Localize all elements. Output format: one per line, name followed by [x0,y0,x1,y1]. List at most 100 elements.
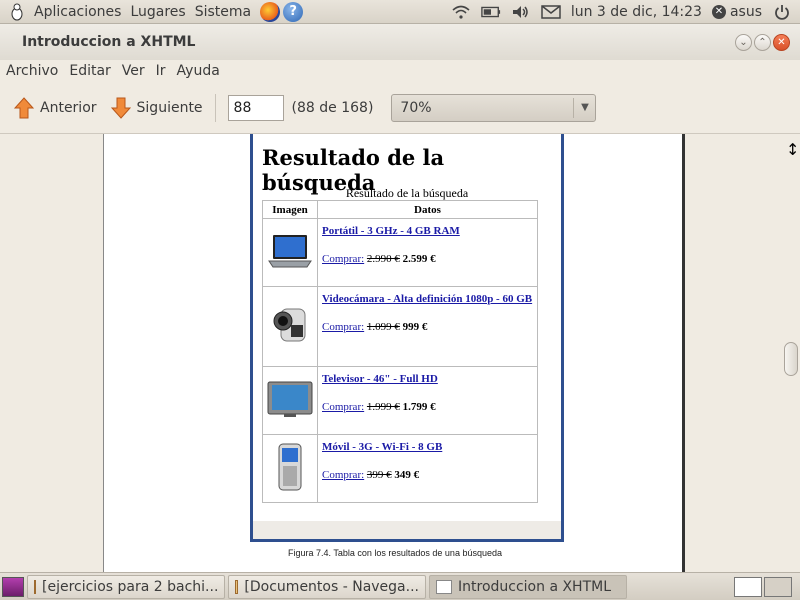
arrow-up-icon [14,96,34,118]
menu-ayuda[interactable]: Ayuda [177,63,220,79]
price-line: Comprar: 1.999 € 1.799 € [322,401,533,413]
ubuntu-foot-icon[interactable] [6,2,28,22]
figure-caption: Figura 7.4. Tabla con los resultados de … [288,548,502,558]
zoom-value: 70% [400,99,432,116]
menu-lugares[interactable]: Lugares [130,4,185,20]
menu-archivo[interactable]: Archivo [6,63,58,79]
buy-link[interactable]: Comprar: [322,321,364,333]
toolbar-separator [214,93,216,122]
chevron-up-icon: ⌃ [758,36,767,48]
next-page-label: Siguiente [136,99,203,116]
window-title: Introduccion a XHTML [22,34,196,50]
page-number-input[interactable] [227,94,284,121]
table-row: Televisor - 46" - Full HD Comprar: 1.999… [262,366,538,435]
scrollbar-thumb[interactable] [784,342,798,376]
maximize-button[interactable]: ⌃ [754,33,771,51]
document-page: Resultado de la búsqueda Resultado de la… [103,134,685,572]
column-header-datos: Datos [317,200,538,219]
table-row: Portátil - 3 GHz - 4 GB RAM Comprar: 2.9… [262,218,538,287]
firefox-icon[interactable] [260,1,281,22]
mail-icon[interactable] [541,4,561,20]
old-price: 1.099 € [366,321,400,333]
menu-ir[interactable]: Ir [156,63,166,79]
close-icon: ✕ [777,36,786,48]
taskbar-item-label: Introduccion a XHTML [458,578,612,595]
workspace-2[interactable] [764,576,792,597]
clock[interactable]: lun 3 de dic, 14:23 [571,4,702,20]
document-icon [436,579,452,594]
product-data-cell: Videocámara - Alta definición 1080p - 60… [317,286,538,367]
help-icon[interactable]: ? [283,1,304,22]
menu-editar[interactable]: Editar [69,63,110,79]
battery-icon[interactable] [481,4,501,20]
menu-aplicaciones[interactable]: Aplicaciones [34,4,121,20]
workspace-switcher[interactable] [734,576,792,597]
screenshot-bottom-band [253,521,561,539]
menu-sistema[interactable]: Sistema [195,4,251,20]
laptop-icon [268,235,312,268]
taskbar: [ejercicios para 2 bachi... [Documentos … [0,572,800,600]
old-price: 1.999 € [366,401,400,413]
embedded-screenshot: Resultado de la búsqueda Resultado de la… [250,134,564,542]
folder-icon [235,579,239,594]
product-image-cell [262,366,318,435]
mobile-phone-icon [278,443,302,491]
product-image-cell [262,434,318,503]
new-price: 1.799 € [402,401,436,413]
taskbar-item-introduccion[interactable]: Introduccion a XHTML [429,574,627,599]
buy-link[interactable]: Comprar: [322,401,364,413]
user-menu[interactable]: ✕ asus [711,3,762,20]
new-price: 999 € [402,321,428,333]
user-name: asus [729,3,762,20]
price-line: Comprar: 1.099 € 999 € [322,321,533,333]
results-table: Imagen Datos Portátil - 3 GHz - 4 GB RAM… [262,200,538,503]
table-row: Videocámara - Alta definición 1080p - 60… [262,286,538,367]
top-panel: Aplicaciones Lugares Sistema ? lun 3 de … [0,0,800,24]
old-price: 399 € [366,469,392,481]
menu-ver[interactable]: Ver [122,63,145,79]
buy-link[interactable]: Comprar: [322,253,364,265]
product-data-cell: Móvil - 3G - Wi-Fi - 8 GB Comprar: 399 €… [317,434,538,503]
product-link[interactable]: Videocámara - Alta definición 1080p - 60… [322,293,533,305]
old-price: 2.990 € [366,253,400,265]
window-titlebar[interactable]: Introduccion a XHTML ⌄ ⌃ ✕ [0,24,800,60]
tv-icon [267,381,313,417]
previous-page-button[interactable]: Anterior [14,96,97,119]
table-caption: Resultado de la búsqueda [345,186,469,200]
taskbar-item-ejercicios[interactable]: [ejercicios para 2 bachi... [27,574,225,599]
close-button[interactable]: ✕ [773,33,790,51]
dropdown-arrow-icon[interactable]: ▼ [573,97,595,118]
power-icon[interactable] [772,4,792,20]
document-view[interactable]: Resultado de la búsqueda Resultado de la… [0,134,800,572]
wifi-icon[interactable] [451,4,471,20]
buy-link[interactable]: Comprar: [322,469,364,481]
product-image-cell [262,286,318,367]
menubar: Archivo Editar Ver Ir Ayuda [0,60,800,82]
taskbar-item-label: [ejercicios para 2 bachi... [42,578,219,595]
volume-icon[interactable] [511,4,531,20]
new-price: 2.599 € [402,253,436,265]
toolbar: Anterior Siguiente (88 de 168) 70% ▼ [0,82,800,134]
user-status-icon: ✕ [711,4,726,19]
workspace-1[interactable] [734,576,762,597]
product-link[interactable]: Portátil - 3 GHz - 4 GB RAM [322,225,533,237]
folder-icon [34,579,36,594]
product-link[interactable]: Móvil - 3G - Wi-Fi - 8 GB [322,441,533,453]
product-data-cell: Televisor - 46" - Full HD Comprar: 1.999… [317,366,538,435]
previous-page-label: Anterior [40,99,97,116]
resize-cursor-icon: ↕ [786,140,800,159]
taskbar-item-documentos[interactable]: [Documentos - Navega... [228,574,426,599]
product-data-cell: Portátil - 3 GHz - 4 GB RAM Comprar: 2.9… [317,218,538,287]
page-count: (88 de 168) [291,99,374,116]
new-price: 349 € [394,469,420,481]
next-page-button[interactable]: Siguiente [110,97,203,119]
chevron-down-icon: ⌄ [739,36,748,48]
arrow-down-icon [110,97,131,119]
zoom-select[interactable]: 70% ▼ [391,93,597,122]
camcorder-icon [273,308,306,342]
show-desktop-button[interactable] [2,576,24,597]
column-header-imagen: Imagen [262,200,318,219]
minimize-button[interactable]: ⌄ [735,33,752,51]
price-line: Comprar: 399 € 349 € [322,469,533,481]
product-link[interactable]: Televisor - 46" - Full HD [322,373,533,385]
